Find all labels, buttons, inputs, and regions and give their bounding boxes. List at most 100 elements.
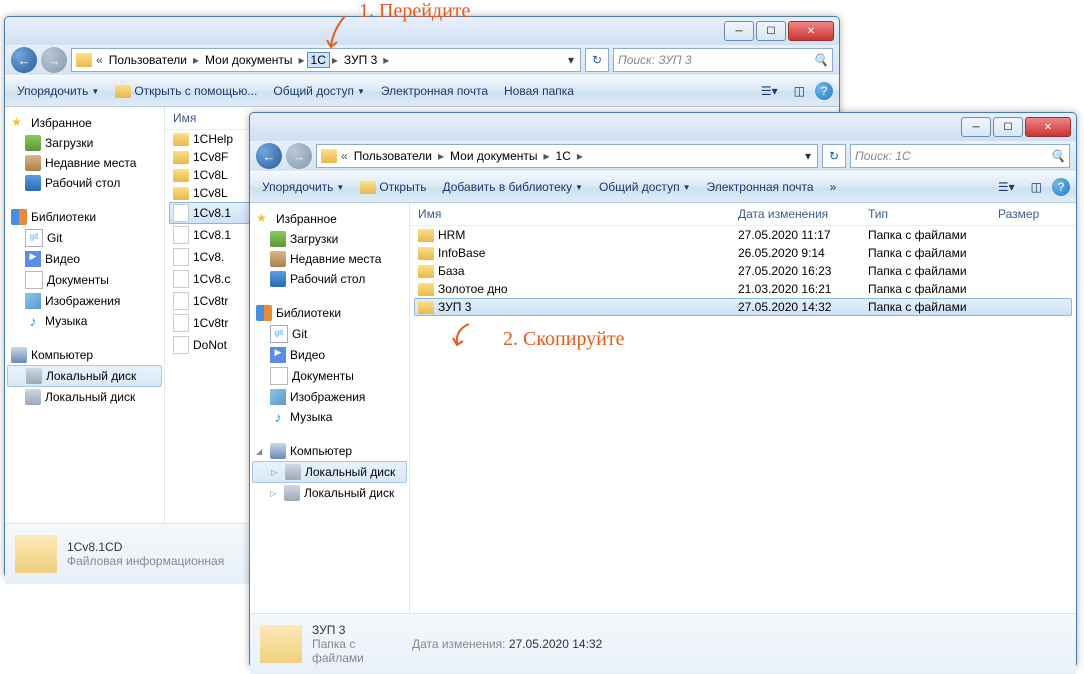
refresh-button[interactable]: ↻ — [585, 48, 609, 72]
search-input[interactable]: Поиск: ЗУП 3🔍 — [613, 48, 833, 72]
add-to-library-button[interactable]: Добавить в библиотеку▼ — [436, 178, 588, 196]
titlebar[interactable]: ─ ☐ ✕ — [250, 113, 1076, 141]
preview-pane-button[interactable]: ◫ — [788, 82, 811, 100]
column-header-date[interactable]: Дата изменения — [738, 207, 868, 221]
library-icon — [11, 209, 27, 225]
share-button[interactable]: Общий доступ▼ — [267, 82, 371, 100]
open-icon — [360, 181, 376, 194]
back-button[interactable]: ← — [256, 143, 282, 169]
forward-button[interactable]: → — [41, 47, 67, 73]
nav-images[interactable]: Изображения — [252, 387, 407, 407]
chevron-right-icon[interactable]: ▸ — [330, 53, 340, 67]
recent-icon — [270, 251, 286, 267]
nav-computer[interactable]: Компьютер — [7, 345, 162, 365]
organize-button[interactable]: Упорядочить▼ — [11, 82, 105, 100]
details-date-label: Дата изменения: — [412, 637, 506, 651]
preview-pane-button[interactable]: ◫ — [1025, 178, 1048, 196]
nav-downloads[interactable]: Загрузки — [252, 229, 407, 249]
chevron-right-icon[interactable]: ▸ — [436, 149, 446, 163]
chevron-right-icon[interactable]: ▸ — [381, 53, 391, 67]
chevron-down-icon[interactable]: ▾ — [801, 149, 815, 163]
disk-icon — [26, 368, 42, 384]
view-button[interactable]: ☰▾ — [755, 82, 784, 100]
minimize-button[interactable]: ─ — [724, 21, 754, 41]
open-button[interactable]: Открыть — [354, 178, 432, 196]
maximize-button[interactable]: ☐ — [993, 117, 1023, 137]
breadcrumb[interactable]: « Пользователи▸ Мои документы▸ 1C▸ ЗУП 3… — [71, 48, 581, 72]
email-button[interactable]: Электронная почта — [700, 178, 819, 196]
nav-desktop[interactable]: Рабочий стол — [252, 269, 407, 289]
nav-video[interactable]: ▶Видео — [7, 249, 162, 269]
file-row[interactable]: Золотое дно21.03.2020 16:21Папка с файла… — [410, 280, 1076, 298]
toolbar: Упорядочить▼ Открыть с помощью... Общий … — [5, 75, 839, 107]
disk-icon — [285, 464, 301, 480]
nav-local-disk-2[interactable]: ▷Локальный диск — [252, 483, 407, 503]
nav-local-disk-1[interactable]: ▷Локальный диск — [252, 461, 407, 483]
nav-local-disk-2[interactable]: Локальный диск — [7, 387, 162, 407]
nav-images[interactable]: Изображения — [7, 291, 162, 311]
chevron-right-icon[interactable]: ▸ — [542, 149, 552, 163]
nav-libraries[interactable]: Библиотеки — [252, 303, 407, 323]
overflow-button[interactable]: » — [824, 178, 843, 196]
file-name: DoNot — [193, 338, 227, 352]
open-with-button[interactable]: Открыть с помощью... — [109, 82, 263, 100]
view-button[interactable]: ☰▾ — [992, 178, 1021, 196]
organize-button[interactable]: Упорядочить▼ — [256, 178, 350, 196]
nav-libraries[interactable]: Библиотеки — [7, 207, 162, 227]
images-icon — [270, 389, 286, 405]
file-type: Папка с файлами — [868, 282, 998, 296]
file-name: 1CHelp — [193, 132, 233, 146]
nav-music[interactable]: ♪Музыка — [7, 311, 162, 331]
nav-video[interactable]: ▶Видео — [252, 345, 407, 365]
nav-recent[interactable]: Недавние места — [252, 249, 407, 269]
nav-git[interactable]: gitGit — [252, 323, 407, 345]
help-icon[interactable]: ? — [815, 82, 833, 100]
titlebar[interactable]: ─ ☐ ✕ — [5, 17, 839, 45]
breadcrumb-1c[interactable]: 1C — [307, 52, 330, 68]
triangle-icon[interactable]: ▷ — [271, 468, 281, 477]
nav-documents[interactable]: Документы — [252, 365, 407, 387]
file-row[interactable]: ЗУП 327.05.2020 14:32Папка с файлами — [414, 298, 1072, 316]
folder-type-icon — [260, 625, 302, 663]
forward-button[interactable]: → — [286, 143, 312, 169]
details-date-value: 27.05.2020 14:32 — [509, 637, 602, 651]
file-row[interactable]: InfoBase26.05.2020 9:14Папка с файлами — [410, 244, 1076, 262]
file-row[interactable]: База27.05.2020 16:23Папка с файлами — [410, 262, 1076, 280]
triangle-icon[interactable]: ▷ — [270, 489, 280, 498]
nav-documents[interactable]: Документы — [7, 269, 162, 291]
details-pane: ЗУП 3 Папка с файлами Дата изменения: 27… — [250, 613, 1076, 674]
nav-git[interactable]: gitGit — [7, 227, 162, 249]
file-row[interactable]: HRM27.05.2020 11:17Папка с файлами — [410, 226, 1076, 244]
video-icon: ▶ — [25, 251, 41, 267]
help-icon[interactable]: ? — [1052, 178, 1070, 196]
nav-music[interactable]: ♪Музыка — [252, 407, 407, 427]
new-folder-button[interactable]: Новая папка — [498, 82, 580, 100]
refresh-button[interactable]: ↻ — [822, 144, 846, 168]
chevron-right-icon[interactable]: ▸ — [191, 53, 201, 67]
nav-favorites[interactable]: ★Избранное — [252, 209, 407, 229]
chevron-right-icon[interactable]: ▸ — [575, 149, 585, 163]
nav-computer[interactable]: ◢Компьютер — [252, 441, 407, 461]
column-header-size[interactable]: Размер — [998, 207, 1068, 221]
file-icon — [173, 226, 189, 244]
column-header-name[interactable]: Имя — [418, 207, 738, 221]
nav-recent[interactable]: Недавние места — [7, 153, 162, 173]
maximize-button[interactable]: ☐ — [756, 21, 786, 41]
chevron-down-icon[interactable]: ▾ — [564, 53, 578, 67]
search-input[interactable]: Поиск: 1C🔍 — [850, 144, 1070, 168]
nav-favorites[interactable]: ★Избранное — [7, 113, 162, 133]
breadcrumb[interactable]: « Пользователи▸ Мои документы▸ 1C▸ ▾ — [316, 144, 818, 168]
close-button[interactable]: ✕ — [788, 21, 834, 41]
nav-downloads[interactable]: Загрузки — [7, 133, 162, 153]
nav-desktop[interactable]: Рабочий стол — [7, 173, 162, 193]
back-button[interactable]: ← — [11, 47, 37, 73]
triangle-icon[interactable]: ◢ — [256, 447, 266, 456]
column-header-type[interactable]: Тип — [868, 207, 998, 221]
nav-local-disk-1[interactable]: Локальный диск — [7, 365, 162, 387]
share-button[interactable]: Общий доступ▼ — [593, 178, 697, 196]
chevron-right-icon[interactable]: ▸ — [297, 53, 307, 67]
minimize-button[interactable]: ─ — [961, 117, 991, 137]
search-icon: 🔍 — [1050, 149, 1065, 163]
close-button[interactable]: ✕ — [1025, 117, 1071, 137]
email-button[interactable]: Электронная почта — [375, 82, 494, 100]
